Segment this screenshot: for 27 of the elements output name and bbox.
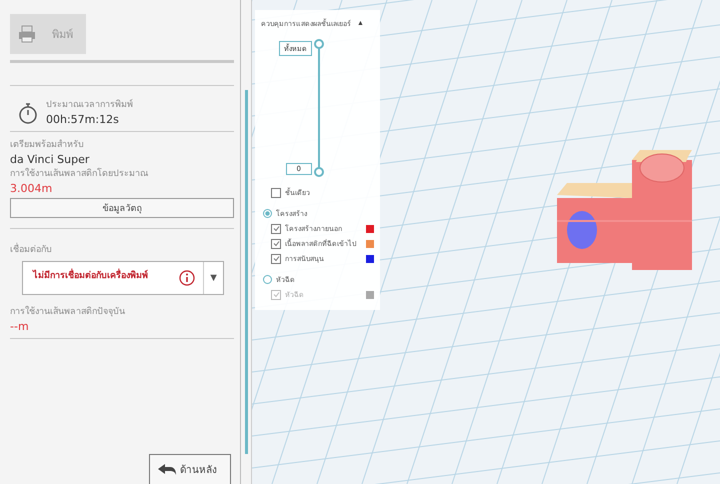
object-info-button[interactable]: ข้อมูลวัตถุ (10, 198, 234, 218)
checkbox[interactable] (271, 188, 281, 198)
prepared-label: เตรียมพร้อมสำหรับ (10, 138, 85, 152)
info-icon (179, 270, 196, 286)
checkbox[interactable] (271, 224, 281, 234)
radio-button[interactable] (263, 209, 272, 218)
connect-label: เชื่อมต่อกับ (10, 243, 234, 257)
layer-slider[interactable] (314, 39, 324, 177)
printer-name: da Vinci Super (10, 152, 90, 167)
back-arrow-icon (158, 464, 176, 476)
slider-handle[interactable] (314, 167, 324, 177)
printer-icon (18, 25, 36, 43)
slider-handle[interactable] (314, 39, 324, 49)
print-time-value: 00h:57m:12s (46, 112, 120, 127)
checkbox[interactable] (271, 254, 281, 264)
current-usage-label: การใช้งานเส้นพลาสติกปัจจุบัน (10, 305, 126, 319)
back-button[interactable]: ด้านหลัง (149, 454, 232, 484)
usage-value: 3.004m (10, 181, 54, 196)
printer-dropdown[interactable]: ไม่มีการเชื่อมต่อกับเครื่องพิมพ์ ▼ (22, 261, 224, 295)
current-usage-value: --m (10, 319, 30, 334)
stopwatch-icon (18, 102, 38, 124)
print-time-label: ประมาณเวลาการพิมพ์ (46, 98, 133, 112)
scrollbar[interactable] (244, 90, 248, 454)
usage-label: การใช้งานเส้นพลาสติกโดยประมาณ (10, 167, 149, 181)
checkbox[interactable] (271, 238, 281, 248)
radio-button[interactable] (263, 275, 272, 284)
dropdown-value: ไม่มีการเชื่อมต่อกับเครื่องพิมพ์ (23, 262, 180, 294)
